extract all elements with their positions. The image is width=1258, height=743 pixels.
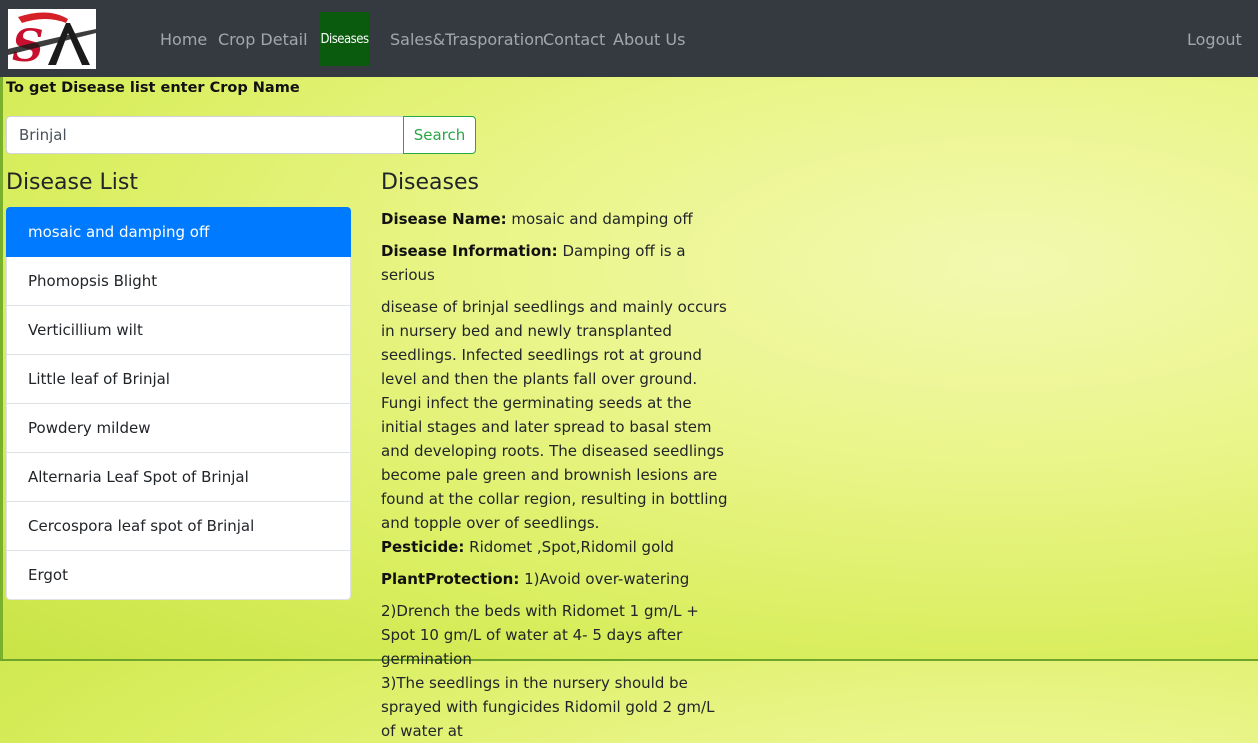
- pesticide-value: Ridomet ,Spot,Ridomil gold: [469, 538, 674, 556]
- pesticide-label: Pesticide:: [381, 538, 465, 556]
- disease-name-row: Disease Name: mosaic and damping off: [381, 207, 731, 231]
- navbar: S Home Crop Detail Diseases Sales&Traspo…: [0, 0, 1258, 77]
- disease-name-value: mosaic and damping off: [511, 210, 693, 228]
- disease-item-verticillium-wilt[interactable]: Verticillium wilt: [6, 306, 351, 355]
- disease-item-powdery-mildew[interactable]: Powdery mildew: [6, 404, 351, 453]
- disease-item-mosaic-damping-off[interactable]: mosaic and damping off: [6, 207, 351, 257]
- search-instruction: To get Disease list enter Crop Name: [6, 80, 300, 96]
- crop-search-input[interactable]: [6, 116, 416, 154]
- disease-item-little-leaf[interactable]: Little leaf of Brinjal: [6, 355, 351, 404]
- search-button[interactable]: Search: [403, 116, 476, 154]
- disease-item-ergot[interactable]: Ergot: [6, 551, 351, 600]
- plant-protection-more: 3)The seedlings in the nursery should be…: [381, 674, 715, 740]
- pesticide-row: Pesticide: Ridomet ,Spot,Ridomil gold: [381, 535, 731, 559]
- disease-info-row: Disease Information: Damping off is a se…: [381, 239, 731, 287]
- plant-protection-row: PlantProtection: 1)Avoid over-watering: [381, 567, 731, 591]
- nav-home[interactable]: Home: [160, 30, 207, 49]
- diseases-title: Diseases: [381, 170, 479, 195]
- disease-details: Disease Name: mosaic and damping off Dis…: [381, 207, 731, 743]
- disease-info-text: disease of brinjal seedlings and mainly …: [381, 298, 728, 532]
- disease-list: mosaic and damping off Phomopsis Blight …: [6, 207, 351, 600]
- nav-diseases[interactable]: Diseases: [320, 12, 369, 66]
- disease-item-cercospora-leaf-spot[interactable]: Cercospora leaf spot of Brinjal: [6, 502, 351, 551]
- nav-crop-detail[interactable]: Crop Detail: [218, 30, 308, 49]
- page-border-left: [0, 77, 3, 661]
- disease-item-alternaria-leaf-spot[interactable]: Alternaria Leaf Spot of Brinjal: [6, 453, 351, 502]
- disease-list-title: Disease List: [6, 170, 138, 195]
- disease-name-label: Disease Name:: [381, 210, 507, 228]
- disease-item-phomopsis-blight[interactable]: Phomopsis Blight: [6, 257, 351, 306]
- plant-protection-label: PlantProtection:: [381, 570, 520, 588]
- logo[interactable]: S: [8, 9, 96, 72]
- disease-info-label: Disease Information:: [381, 242, 558, 260]
- nav-contact[interactable]: Contact: [543, 30, 605, 49]
- nav-sales-transportation[interactable]: Sales&Trasporation: [390, 30, 544, 49]
- nav-logout[interactable]: Logout: [1187, 30, 1242, 49]
- plant-protection-text: 2)Drench the beds with Ridomet 1 gm/L + …: [381, 602, 699, 668]
- plant-protection-first: 1)Avoid over-watering: [524, 570, 690, 588]
- nav-about-us[interactable]: About Us: [613, 30, 685, 49]
